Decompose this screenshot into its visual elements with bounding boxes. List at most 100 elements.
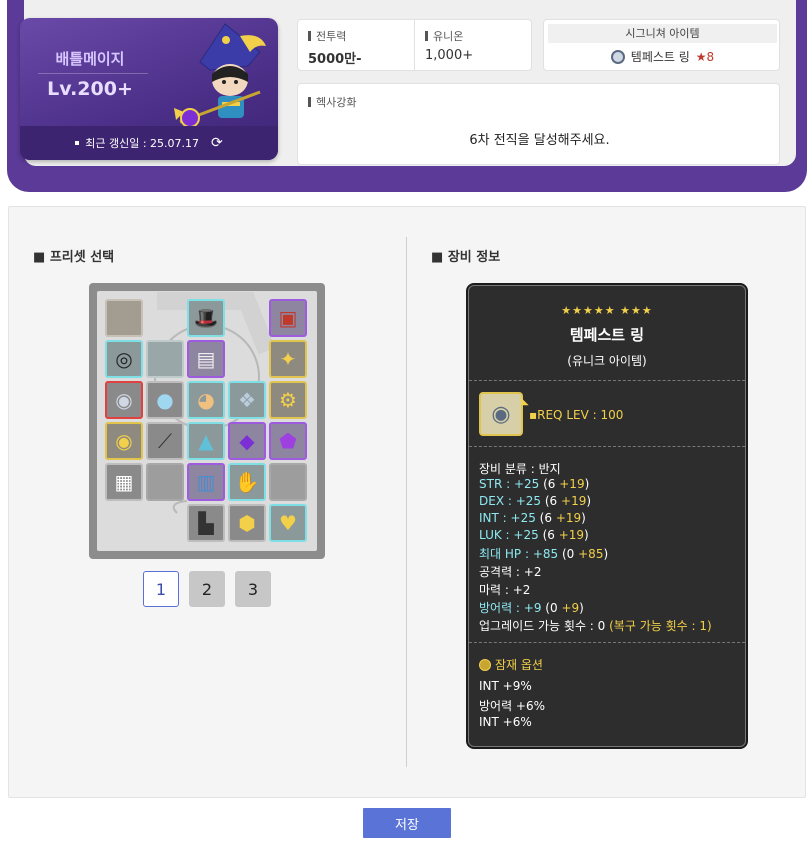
stat-label: LUK : +25 xyxy=(479,528,539,542)
preset-title-text: 프리셋 선택 xyxy=(49,250,115,265)
slot-pendant[interactable]: ● xyxy=(146,381,184,419)
union-value: 1,000+ xyxy=(425,48,474,63)
tooltip-divider xyxy=(469,446,745,447)
slot-ring-2[interactable]: ◉ xyxy=(105,422,143,460)
union-label: 유니온 xyxy=(433,30,464,43)
tooltip-divider xyxy=(469,380,745,381)
hexa-label: 헥사강화 xyxy=(316,96,357,109)
unique-flag-icon: ◣ xyxy=(521,396,529,407)
tooltip-divider xyxy=(469,642,745,643)
stat-line-str: STR : +25 (6 +19) xyxy=(479,477,590,491)
android-icon: ▦ xyxy=(114,470,134,494)
eye-accessory-icon: ◕ xyxy=(197,388,215,412)
slot-weapon[interactable]: ⟋ xyxy=(146,422,184,460)
combat-power-box: 전투력 5000만- xyxy=(297,19,415,71)
stat-base: 0 xyxy=(566,547,575,561)
slot-empty[interactable] xyxy=(105,299,143,337)
starforce-stars: ★★★★★ ★★★ xyxy=(561,304,653,317)
potential-icon xyxy=(479,658,491,671)
item-name: 템페스트 링 xyxy=(569,326,645,344)
stat-line-int: INT : +25 (6 +19) xyxy=(479,511,586,525)
ring-icon: ◉ xyxy=(491,401,511,427)
stat-base: 6 xyxy=(547,528,555,542)
potential-title-text: 잠재 옵션 xyxy=(495,658,543,672)
slot-pocket[interactable]: ▤ xyxy=(187,340,225,378)
slot-empty[interactable] xyxy=(269,463,307,501)
stat-line-magic: 마력 : +2 xyxy=(479,583,531,597)
stat-base: 6 xyxy=(549,494,558,508)
stat-label: 최대 HP : +85 xyxy=(479,547,559,561)
stat-bonus: +19 xyxy=(561,494,587,508)
earring-icon: ❖ xyxy=(238,388,256,412)
potential-title: 잠재 옵션 xyxy=(479,656,543,673)
ring-icon: ◉ xyxy=(115,388,133,412)
signature-item-box: 시그니쳐 아이템 템페스트 링 ★8 xyxy=(543,19,780,71)
item-tooltip: ★★★★★ ★★★ 템페스트 링 (유니크 아이템) ◉ ◣ ▪REQ LEV … xyxy=(466,283,748,749)
slot-gloves[interactable]: ✋ xyxy=(228,463,266,501)
save-button[interactable]: 저장 xyxy=(363,808,451,838)
character-level: Lv.200+ xyxy=(47,78,133,100)
signature-item-name: 템페스트 링 xyxy=(630,50,690,64)
slot-shoes[interactable]: ▙ xyxy=(187,504,225,542)
orb-icon: ⬟ xyxy=(279,429,297,453)
stat-bonus: +9 xyxy=(561,601,580,615)
slot-eye-accessory[interactable]: ◕ xyxy=(187,381,225,419)
stat-base: 6 xyxy=(544,511,552,525)
preset-button-2[interactable]: 2 xyxy=(189,571,225,607)
combat-power-label: 전투력 xyxy=(316,30,347,43)
stat-bonus: +85 xyxy=(578,547,604,561)
refresh-icon[interactable]: ⟳ xyxy=(211,135,223,151)
preset-button-1[interactable]: 1 xyxy=(143,571,179,607)
slot-bottom[interactable]: ▥ xyxy=(187,463,225,501)
stat-label: INT : +25 xyxy=(479,511,536,525)
combat-power-value: 5000만- xyxy=(308,52,362,67)
item-grade: (유니크 아이템) xyxy=(567,354,647,368)
stat-line-luk: LUK : +25 (6 +19) xyxy=(479,528,589,542)
ring-icon: ◉ xyxy=(115,429,133,453)
item-icon: ◉ xyxy=(479,392,523,436)
signature-item-row[interactable]: 템페스트 링 ★8 xyxy=(544,48,781,65)
slot-belt[interactable]: ♥ xyxy=(269,504,307,542)
union-label-row: 유니온 xyxy=(425,28,463,44)
preset-button-3[interactable]: 3 xyxy=(235,571,271,607)
character-job: 배틀메이지 xyxy=(55,50,125,68)
required-level-text: REQ LEV : 100 xyxy=(537,408,624,422)
hat-icon: 🎩 xyxy=(193,306,219,330)
stat-line-hp: 최대 HP : +85 (0 +85) xyxy=(479,547,609,561)
upgrade-count: 업그레이드 가능 횟수 : 0 (복구 가능 횟수 : 1) xyxy=(479,617,712,634)
hexa-message: 6차 전직을 달성해주세요. xyxy=(469,133,610,148)
signature-label: 시그니쳐 아이템 xyxy=(548,24,777,43)
stat-base: 6 xyxy=(547,477,556,491)
slot-empty[interactable] xyxy=(146,463,184,501)
upgrade-count-text: 업그레이드 가능 횟수 : 0 xyxy=(479,619,606,633)
slot-heart[interactable]: ⚙ xyxy=(269,381,307,419)
slot-hat[interactable]: 🎩 xyxy=(187,299,225,337)
slot-emblem[interactable]: ▣ xyxy=(269,299,307,337)
staff-icon: ⟋ xyxy=(158,429,172,453)
combat-power-label-row: 전투력 xyxy=(308,28,346,44)
equipment-panel: ■ 프리셋 선택 ■ 장비 정보 🎩 ▣ ◎ ▤ ✦ ◉ ● ◕ ❖ ⚙ ◉ ⟋… xyxy=(8,206,806,798)
stat-label: STR : +25 xyxy=(479,477,540,491)
item-category: 장비 분류 : 반지 xyxy=(479,462,561,476)
slot-secondary[interactable]: ⬟ xyxy=(269,422,307,460)
equipment-title-text: 장비 정보 xyxy=(447,250,501,265)
required-level: ▪REQ LEV : 100 xyxy=(529,408,624,422)
equipment-grid: 🎩 ▣ ◎ ▤ ✦ ◉ ● ◕ ❖ ⚙ ◉ ⟋ ▲ ◆ ⬟ ▦ ▥ ✋ ▙ ⬢ … xyxy=(89,283,325,559)
label-bar-icon xyxy=(308,97,311,107)
slot-cape[interactable]: ⬢ xyxy=(228,504,266,542)
label-bar-icon xyxy=(308,31,311,41)
slot-android[interactable]: ▦ xyxy=(105,463,143,501)
slot-face-accessory[interactable]: ◎ xyxy=(105,340,143,378)
slot-earring[interactable]: ❖ xyxy=(228,381,266,419)
union-box: 유니온 1,000+ xyxy=(414,19,532,71)
slot-badge[interactable]: ✦ xyxy=(269,340,307,378)
ring-icon xyxy=(610,49,625,64)
item-tooltip-body: ★★★★★ ★★★ 템페스트 링 (유니크 아이템) ◉ ◣ ▪REQ LEV … xyxy=(468,285,746,747)
potential-line: 방어력 +6% xyxy=(479,699,546,713)
slot-top[interactable]: ▲ xyxy=(187,422,225,460)
slot-empty[interactable] xyxy=(146,340,184,378)
slot-ring-1[interactable]: ◉ xyxy=(105,381,143,419)
stat-base: 0 xyxy=(549,601,558,615)
slot-shoulder[interactable]: ◆ xyxy=(228,422,266,460)
panel-divider xyxy=(406,237,407,767)
